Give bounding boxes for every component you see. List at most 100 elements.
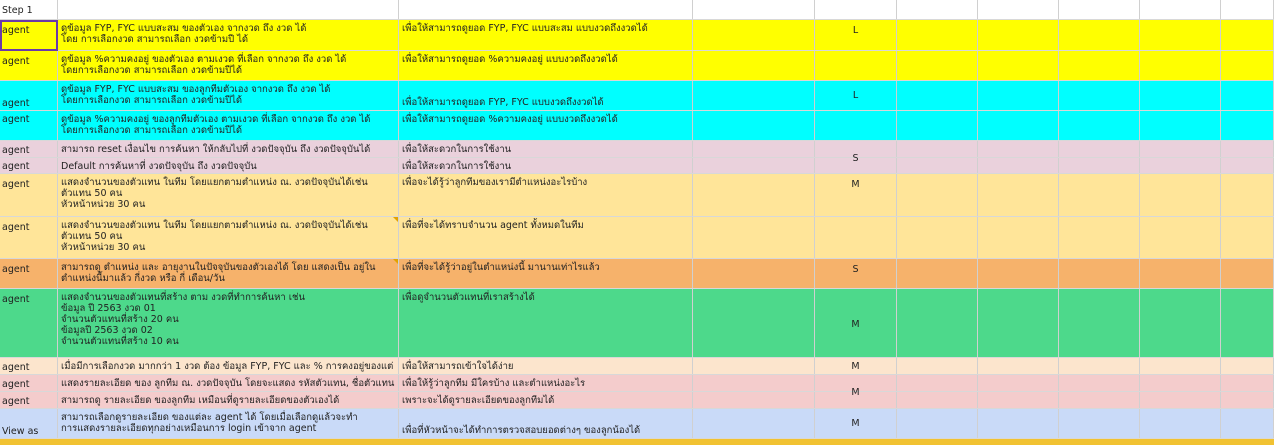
grid-cell[interactable] — [693, 0, 815, 19]
grid-cell[interactable] — [693, 141, 815, 157]
grid-cell[interactable] — [1221, 289, 1274, 357]
grid-cell[interactable] — [693, 81, 815, 110]
priority-label[interactable]: M — [815, 387, 896, 398]
reason-cell[interactable]: เพื่อให้รู้ว่าลูกทีม มีใครบ้าง และตำแหน่… — [399, 375, 693, 391]
grid-cell[interactable] — [815, 51, 897, 80]
reason-cell[interactable]: เพื่อให้สะดวกในการใช้งาน — [399, 141, 693, 157]
role-cell[interactable]: agent — [0, 392, 58, 408]
grid-cell[interactable] — [58, 0, 399, 19]
grid-cell[interactable] — [978, 0, 1059, 19]
grid-cell[interactable] — [978, 51, 1059, 80]
reason-cell[interactable]: เพื่อดูจำนวนตัวแทนที่เราสร้างได้ — [399, 289, 693, 357]
grid-cell[interactable] — [897, 20, 978, 50]
grid-cell[interactable] — [693, 358, 815, 374]
grid-cell[interactable] — [897, 259, 978, 288]
grid-cell[interactable] — [1059, 358, 1140, 374]
grid-cell[interactable] — [978, 392, 1059, 408]
description-cell[interactable]: สามารถเลือกดูรายละเอียด ของแต่ละ agent ไ… — [58, 409, 399, 438]
comment-indicator-icon[interactable] — [393, 259, 398, 264]
grid-cell[interactable] — [1140, 158, 1221, 173]
reason-cell[interactable]: เพื่อให้สามารถดูยอด FYP, FYC แบบสะสม แบบ… — [399, 20, 693, 50]
grid-cell[interactable] — [978, 141, 1059, 157]
description-cell[interactable]: แสดงจำนวนของตัวแทนที่สร้าง ตาม งวดที่ทำก… — [58, 289, 399, 357]
grid-cell[interactable] — [693, 111, 815, 140]
priority-label[interactable]: M — [815, 179, 896, 190]
priority-label[interactable]: M — [815, 418, 896, 429]
role-cell[interactable]: agent — [0, 81, 58, 110]
grid-cell[interactable] — [897, 174, 978, 216]
grid-cell[interactable] — [978, 259, 1059, 288]
reason-cell[interactable]: เพื่อที่จะได้รู้ว่าอยู่ในตำแหน่งนี้ มานา… — [399, 259, 693, 288]
grid-cell[interactable] — [1140, 111, 1221, 140]
step-label-cell[interactable]: Step 1 — [0, 0, 58, 19]
grid-cell[interactable] — [1059, 20, 1140, 50]
priority-label[interactable]: M — [815, 319, 896, 330]
grid-cell[interactable] — [1221, 217, 1274, 258]
priority-label[interactable]: L — [815, 25, 896, 36]
grid-cell[interactable] — [1140, 51, 1221, 80]
description-cell[interactable]: Default การค้นหาที่ งวดปัจจุบัน ถึง งวดป… — [58, 158, 399, 173]
grid-cell[interactable] — [693, 51, 815, 80]
grid-cell[interactable] — [1140, 259, 1221, 288]
grid-cell[interactable] — [1140, 141, 1221, 157]
role-cell[interactable]: agent — [0, 141, 58, 157]
role-cell[interactable]: agent — [0, 158, 58, 173]
role-cell[interactable]: agent — [0, 375, 58, 391]
grid-cell[interactable] — [1140, 217, 1221, 258]
grid-cell[interactable] — [693, 20, 815, 50]
grid-cell[interactable] — [1140, 392, 1221, 408]
grid-cell[interactable] — [897, 141, 978, 157]
grid-cell[interactable] — [1221, 0, 1274, 19]
grid-cell[interactable] — [1059, 81, 1140, 110]
reason-cell[interactable]: เพื่อให้สามารถเข้าใจได้ง่าย — [399, 358, 693, 374]
grid-cell[interactable] — [1059, 217, 1140, 258]
grid-cell[interactable] — [693, 217, 815, 258]
grid-cell[interactable] — [978, 289, 1059, 357]
grid-cell[interactable] — [1221, 141, 1274, 157]
role-cell[interactable]: agent — [0, 20, 58, 50]
description-cell[interactable]: แสดงรายละเอียด ของ ลูกทีม ณ. งวดปัจจุบัน… — [58, 375, 399, 391]
priority-label[interactable]: S — [815, 153, 896, 164]
grid-cell[interactable] — [897, 375, 978, 391]
grid-cell[interactable] — [897, 158, 978, 173]
grid-cell[interactable] — [1059, 141, 1140, 157]
grid-cell[interactable] — [1140, 289, 1221, 357]
grid-cell[interactable] — [978, 375, 1059, 391]
grid-cell[interactable] — [693, 259, 815, 288]
grid-cell[interactable] — [1221, 51, 1274, 80]
role-cell[interactable]: View as — [0, 409, 58, 438]
grid-cell[interactable] — [1059, 51, 1140, 80]
description-cell[interactable]: ดูข้อมูล FYP, FYC แบบสะสม ของตัวเอง จากง… — [58, 20, 399, 50]
comment-indicator-icon[interactable] — [393, 217, 398, 222]
reason-cell[interactable]: เพื่อให้สะดวกในการใช้งาน — [399, 158, 693, 173]
grid-cell[interactable] — [1059, 289, 1140, 357]
grid-cell[interactable] — [1140, 358, 1221, 374]
grid-cell[interactable] — [978, 158, 1059, 173]
grid-cell[interactable] — [1221, 358, 1274, 374]
description-cell[interactable]: ดูข้อมูล FYP, FYC แบบสะสม ของลูกทีมตัวเอ… — [58, 81, 399, 110]
grid-cell[interactable] — [897, 111, 978, 140]
grid-cell[interactable] — [1059, 158, 1140, 173]
grid-cell[interactable] — [978, 111, 1059, 140]
role-cell[interactable]: agent — [0, 358, 58, 374]
priority-label[interactable]: M — [815, 361, 896, 372]
grid-cell[interactable] — [1140, 20, 1221, 50]
grid-cell[interactable] — [978, 20, 1059, 50]
grid-cell[interactable] — [693, 375, 815, 391]
grid-cell[interactable] — [897, 409, 978, 438]
description-cell[interactable]: เมื่อมีการเลือกงวด มากกว่า 1 งวด ต้อง ข้… — [58, 358, 399, 374]
grid-cell[interactable] — [1140, 174, 1221, 216]
grid-cell[interactable] — [1221, 375, 1274, 391]
grid-cell[interactable] — [897, 0, 978, 19]
description-cell[interactable]: สามารถ reset เงื่อนไข การค้นหา ให้กลับไป… — [58, 141, 399, 157]
grid-cell[interactable] — [693, 158, 815, 173]
description-cell[interactable]: ดูข้อมูล %ความคงอยู่ ของลูกทีมตัวเอง ตาม… — [58, 111, 399, 140]
description-cell[interactable]: แสดงจำนวนของตัวแทน ในทีม โดยแยกตามตำแหน่… — [58, 217, 399, 258]
grid-cell[interactable] — [1221, 259, 1274, 288]
role-cell[interactable]: agent — [0, 289, 58, 357]
grid-cell[interactable] — [897, 289, 978, 357]
grid-cell[interactable] — [1221, 409, 1274, 438]
grid-cell[interactable] — [1140, 375, 1221, 391]
reason-cell[interactable]: เพื่อที่หัวหน้าจะได้ทำการตรวจสอบยอดต่างๆ… — [399, 409, 693, 438]
grid-cell[interactable] — [399, 0, 693, 19]
